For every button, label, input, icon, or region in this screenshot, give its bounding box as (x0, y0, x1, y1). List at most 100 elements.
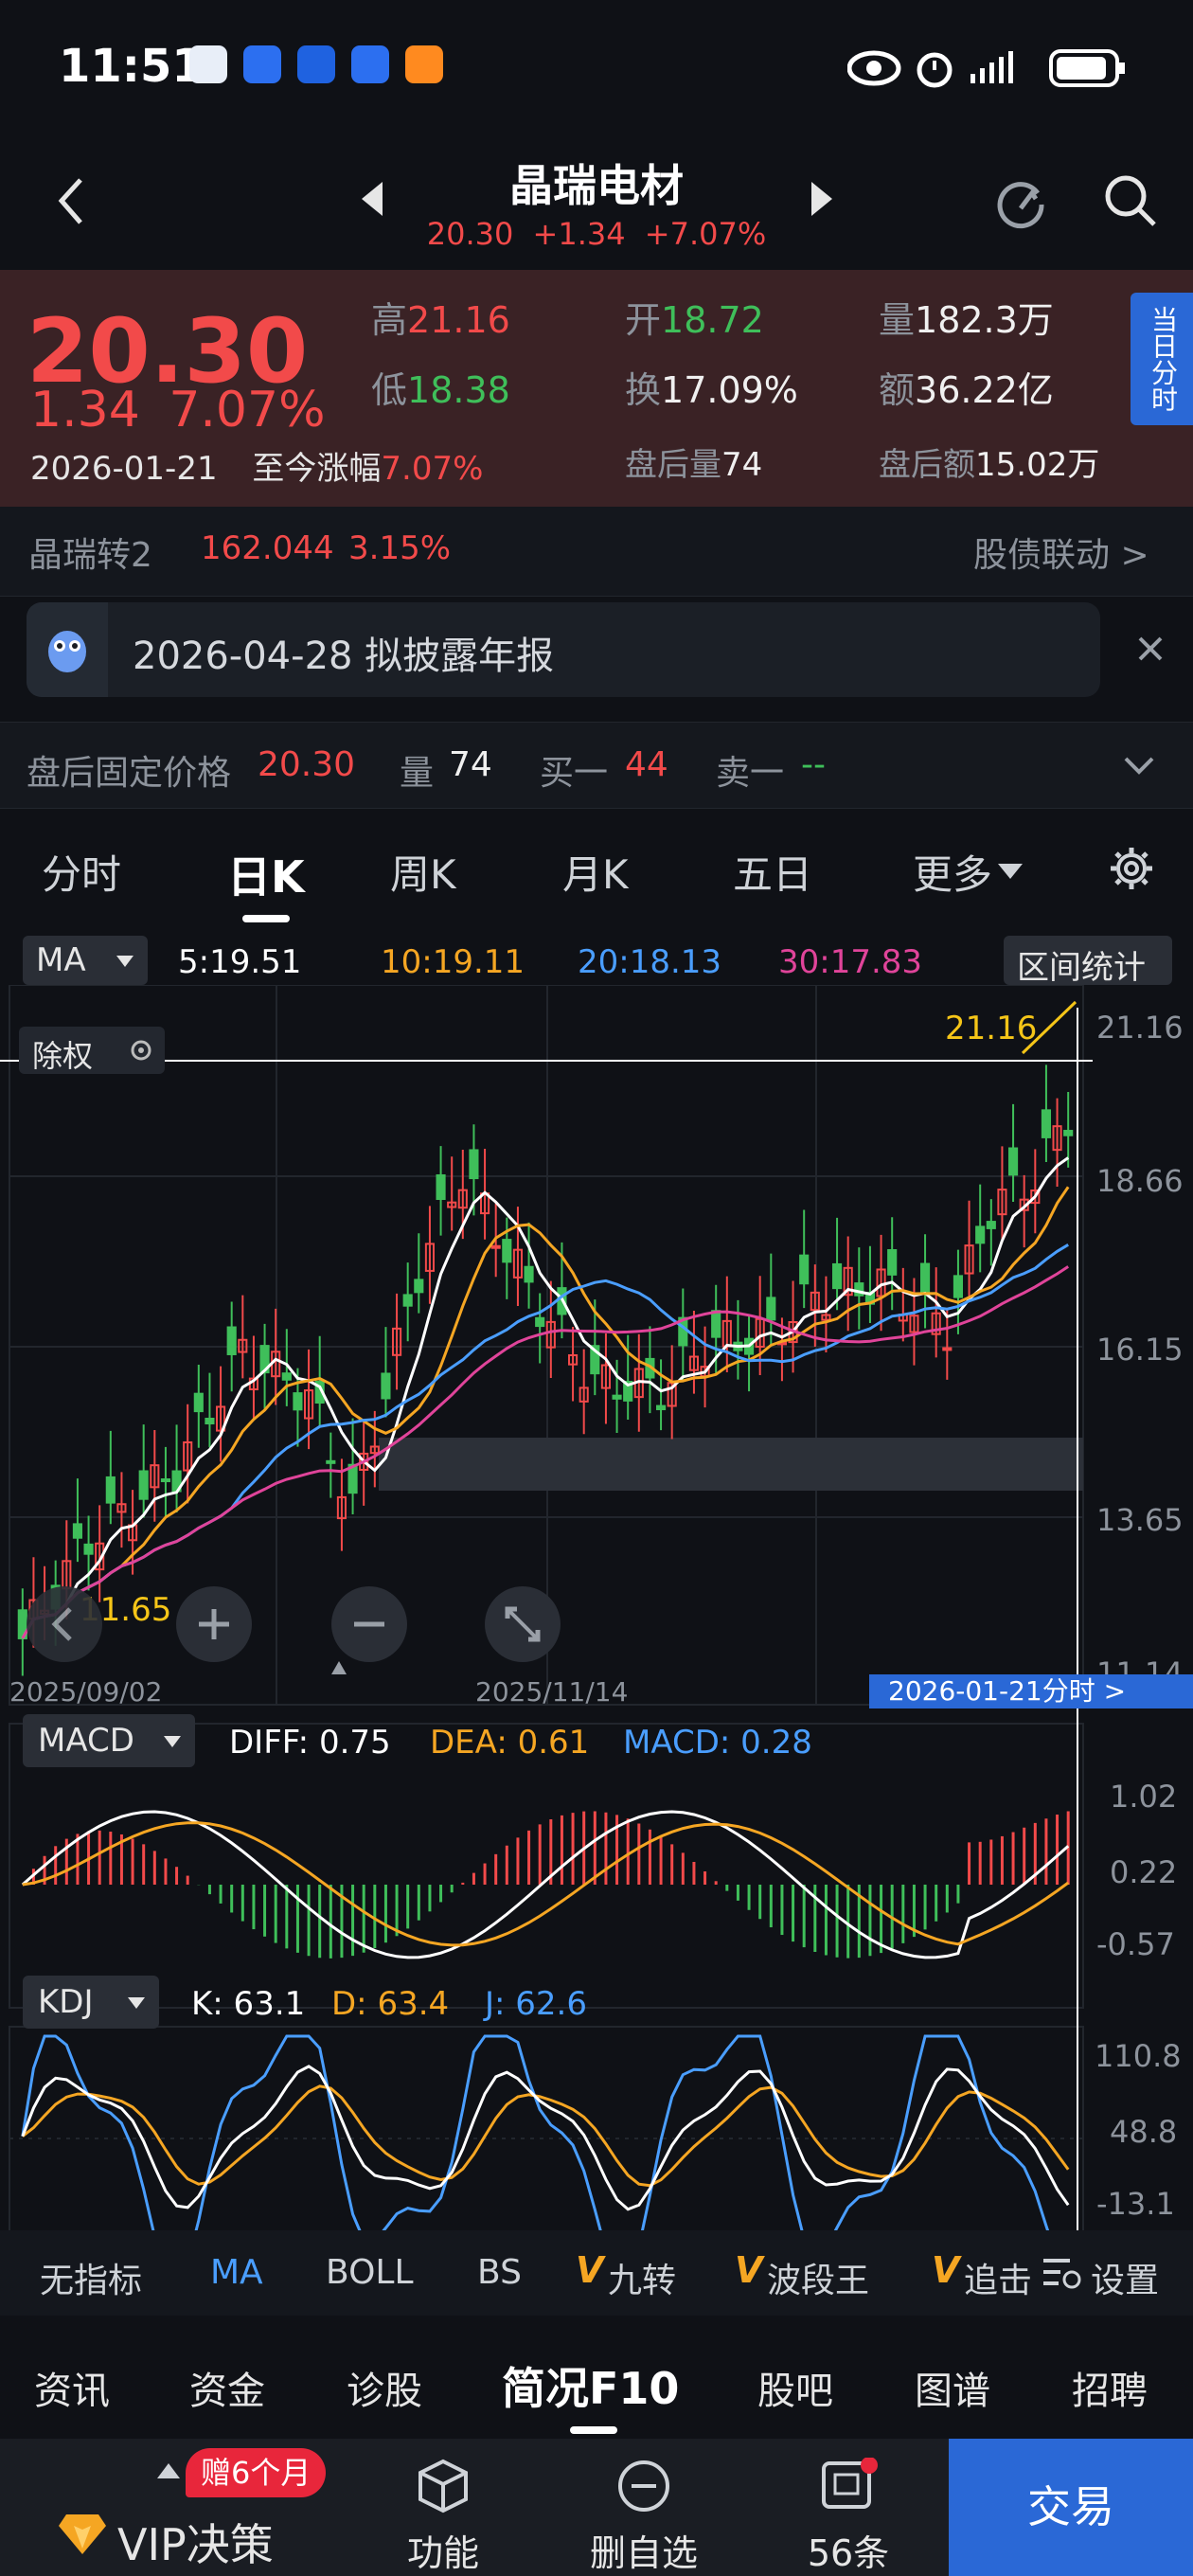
subnav-funds[interactable]: 资金 (189, 2360, 265, 2415)
function-label: 功能 (406, 2532, 479, 2574)
remove-circle-icon (618, 2460, 669, 2512)
owl-icon (48, 631, 86, 672)
zoom-in-button[interactable] (176, 1586, 252, 1662)
candle-body (193, 1392, 204, 1413)
subnav-diagnosis[interactable]: 诊股 (347, 2360, 422, 2415)
subnav-news[interactable]: 资讯 (34, 2360, 110, 2415)
turnover-stat: 换17.09% (625, 361, 798, 413)
notice-text: 2026-04-28 拟披露年报 (133, 635, 555, 678)
sub-navigation: 资讯 资金 诊股 简况F10 股吧 图谱 招聘 (0, 2337, 1193, 2437)
bond-row[interactable]: 晶瑞转2 162.044 3.15% 股债联动 > (0, 507, 1193, 597)
kdj-tick-3: -13.1 (1096, 2186, 1175, 2222)
fullscreen-button[interactable] (485, 1586, 561, 1662)
bulb-app-icon (243, 45, 281, 83)
chart-area[interactable]: 除权 21.16 11.65 21.16 18.66 16.15 13.65 1… (0, 985, 1193, 2235)
after-vol-label: 量 (400, 754, 435, 793)
plus-icon (199, 1609, 229, 1639)
ma10-line (21, 1186, 1070, 1639)
macd-selector[interactable]: MACD (23, 1714, 195, 1767)
ma-row: MA 5:19.51 10:19.11 20:18.13 30:17.83 区间… (0, 926, 1193, 987)
candle-body (326, 1459, 336, 1464)
expand-chevron-icon[interactable] (1123, 755, 1155, 776)
candle-body (502, 1239, 512, 1263)
y-tick-3: 16.15 (1096, 1332, 1184, 1368)
vip-decision-button[interactable]: 赠6个月 VIP决策 (0, 2439, 337, 2576)
bond-pct: 3.15% (348, 529, 452, 567)
subnav-jobs[interactable]: 招聘 (1072, 2360, 1148, 2415)
since-value: 7.07% (381, 450, 484, 488)
bond-price: 162.044 (201, 529, 334, 567)
indicator-none[interactable]: 无指标 (40, 2253, 142, 2302)
indicator-boduan[interactable]: 波段王 (767, 2253, 869, 2302)
candle-body (281, 1372, 292, 1381)
price-change-line: 1.34 7.07% (30, 385, 326, 435)
tab-five-day[interactable]: 五日 (733, 843, 812, 901)
y-tick-2: 18.66 (1096, 1163, 1184, 1199)
candle-body (402, 1294, 413, 1307)
next-stock-icon[interactable] (810, 180, 834, 218)
indicator-bs[interactable]: BS (477, 2253, 522, 2292)
ma-selector[interactable]: MA (23, 936, 148, 985)
subnav-f10[interactable]: 简况F10 (502, 2354, 679, 2417)
more-dropdown-icon[interactable] (996, 862, 1024, 881)
candle-body (83, 1543, 94, 1555)
high-label: 高 (371, 299, 408, 341)
close-notice-icon[interactable] (1136, 635, 1165, 663)
quote-date-line: 2026-01-21 至今涨幅7.07% (30, 442, 483, 489)
candlestick-series (17, 1064, 1074, 1676)
prev-stock-icon[interactable] (360, 180, 384, 218)
ex-rights-button[interactable]: 除权 (19, 1027, 165, 1074)
active-tab-indicator (242, 915, 290, 922)
macd-tick-3: -0.57 (1096, 1926, 1175, 1962)
candle-body (655, 1404, 667, 1411)
tab-more[interactable]: 更多 (913, 843, 992, 901)
status-time: 11:51 (59, 40, 204, 93)
indicator-boll[interactable]: BOLL (326, 2253, 414, 2292)
kdj-selector[interactable]: KDJ (23, 1976, 159, 2029)
settings-list-icon (1043, 2259, 1081, 2289)
refresh-icon[interactable] (992, 172, 1049, 229)
indicator-settings[interactable]: 设置 (1036, 2230, 1193, 2316)
zoom-out-button[interactable] (331, 1586, 407, 1662)
indicator-jiuzhuan[interactable]: 九转 (608, 2253, 676, 2302)
amount-value: 36.22亿 (915, 369, 1054, 411)
bond-link[interactable]: 股债联动 > (973, 528, 1149, 577)
candle-body (524, 1265, 534, 1283)
tab-weekly-k[interactable]: 周K (390, 843, 456, 901)
bond-name: 晶瑞转2 (28, 536, 152, 575)
candle-body (436, 1173, 446, 1201)
intraday-jump-tag[interactable]: 2026-01-21分时 > (869, 1674, 1193, 1708)
low-value: 18.38 (407, 369, 510, 411)
after-hours-row[interactable]: 盘后固定价格 20.30 量 74 买一 44 卖一 -- (0, 722, 1193, 809)
remove-label: 删自选 (589, 2532, 698, 2574)
tab-monthly-k[interactable]: 月K (562, 843, 629, 901)
tab-daily-k[interactable]: 日K (227, 843, 305, 905)
notice-banner[interactable]: 2026-04-28 拟披露年报 (27, 602, 1100, 697)
candle-body (205, 1418, 215, 1425)
back-icon[interactable] (57, 175, 85, 227)
candle-body (138, 1470, 149, 1500)
intraday-side-tab[interactable]: 当日分时 (1131, 293, 1193, 425)
candle-body (919, 1262, 931, 1294)
price-change: 1.34 (30, 382, 140, 438)
function-button[interactable]: 功能 (386, 2458, 500, 2576)
search-icon[interactable] (1102, 172, 1159, 229)
scroll-left-button[interactable] (27, 1586, 102, 1662)
candle-body (469, 1149, 479, 1180)
promo-badge: 赠6个月 (186, 2448, 327, 2497)
indicator-zhuiji[interactable]: 追击 (964, 2253, 1036, 2302)
subnav-graph[interactable]: 图谱 (915, 2360, 990, 2415)
remove-watchlist-button[interactable]: 删自选 (578, 2458, 710, 2576)
tab-intraday[interactable]: 分时 (42, 843, 121, 901)
pressure-zone-band (379, 1438, 1083, 1491)
indicator-ma[interactable]: MA (210, 2253, 263, 2292)
candle-body (105, 1476, 116, 1504)
chart-settings-gear-icon[interactable] (1108, 845, 1155, 892)
ask-icon (822, 2457, 878, 2509)
candle-body (831, 1262, 843, 1290)
range-stats-button[interactable]: 区间统计 (1004, 936, 1172, 987)
trade-button[interactable]: 交易 (949, 2439, 1193, 2576)
vip-diamond-icon (59, 2514, 106, 2554)
ask-button[interactable]: 56条 (792, 2457, 905, 2576)
subnav-forum[interactable]: 股吧 (757, 2360, 833, 2415)
